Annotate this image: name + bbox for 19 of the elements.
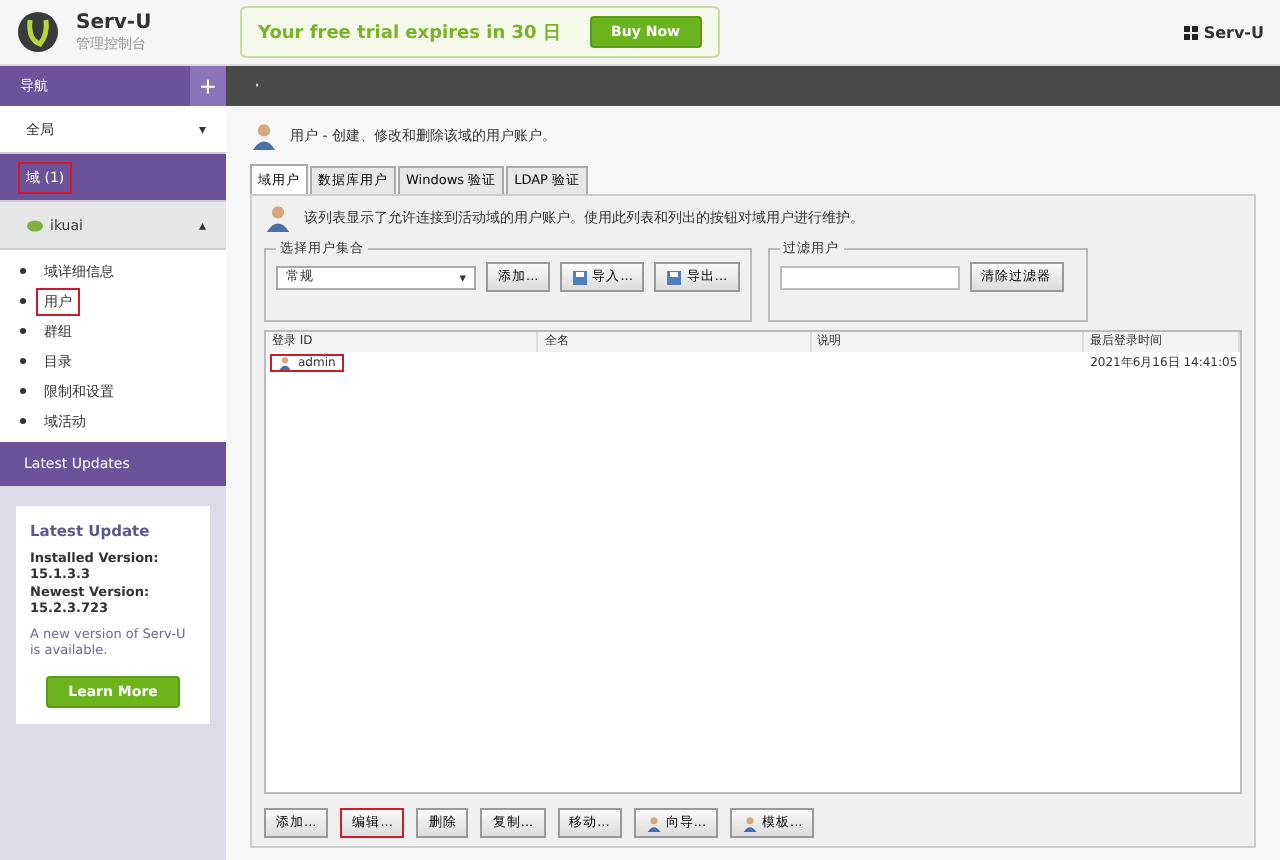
user-icon: [264, 204, 292, 232]
bullet-icon: [20, 328, 26, 334]
grid-icon: [1183, 25, 1198, 39]
trial-message: Your free trial expires in 30 日: [258, 21, 561, 45]
add-button[interactable]: +: [190, 66, 226, 106]
user-icon: [645, 815, 662, 831]
brand-name: Serv-U: [76, 11, 154, 33]
user-icon: [250, 122, 278, 150]
user-icon: [278, 355, 292, 369]
bullet-icon: [20, 298, 26, 304]
bullet-icon: [20, 268, 26, 274]
bullet-icon: [20, 388, 26, 394]
bullet-icon: [20, 358, 26, 364]
filter-field[interactable]: [779, 265, 960, 289]
user-icon: [742, 815, 759, 831]
toolbar-dot: ·: [254, 75, 261, 97]
app-menu[interactable]: Serv-U: [1183, 23, 1264, 41]
logo-icon: [16, 10, 60, 54]
bullet-icon: [20, 418, 26, 424]
